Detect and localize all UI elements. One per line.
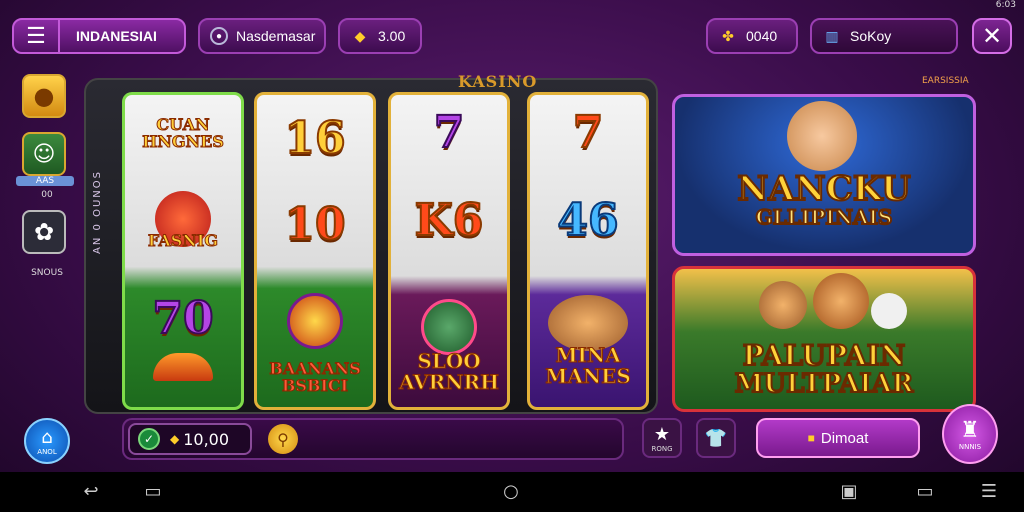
- reel-2-bottom-symbol: BAANANS BSBICI: [269, 359, 362, 395]
- coin-balance[interactable]: ◆ 3.00: [338, 18, 422, 54]
- profile-label: NNNIS: [958, 442, 982, 451]
- region-selector[interactable]: ☰ INDANESIAI: [12, 18, 186, 54]
- region-label: INDANESIAI: [76, 28, 157, 44]
- home-icon: ⌂: [41, 426, 53, 448]
- machine-brand: KASINO: [458, 72, 538, 91]
- reel-3-bottom-symbol: SLOO AVRNRH: [399, 349, 500, 394]
- reel-2[interactable]: 16 10 BAANANS BSBICI: [254, 92, 376, 410]
- split-screen-icon[interactable]: ▭: [914, 482, 936, 502]
- bet-value: 10,00: [183, 429, 230, 449]
- promo-card-2-subtitle: MULTPAIAR: [734, 368, 915, 400]
- reel-3[interactable]: 7 K6 SLOO AVRNRH: [388, 92, 510, 410]
- coins-stack-icon: ✤: [722, 27, 734, 44]
- settings-button[interactable]: ✿: [22, 210, 66, 254]
- settings-label: SNOUS: [31, 268, 63, 278]
- gold-coin-icon: ◆: [354, 27, 366, 44]
- search-box[interactable]: ▥ SoKoy: [810, 18, 958, 54]
- promo-card-2-title: PALUPAIN: [742, 338, 907, 373]
- hamburger-menu-icon[interactable]: ☰: [14, 20, 60, 52]
- left-sidebar: ● ☺ AAS 00 ✿ SNOUS: [16, 74, 74, 288]
- coins-button[interactable]: ●: [22, 74, 66, 118]
- user-icon: ●: [210, 27, 228, 45]
- gem-balance[interactable]: ✤ 0040: [706, 18, 798, 54]
- top-bar: ☰ INDANESIAI ● Nasdemasar ◆ 3.00 ✤ 0040 …: [12, 14, 1012, 60]
- reel-3-characters-icon: [421, 299, 477, 355]
- bet-bar: ✓ ◆ 10,00 ⚲: [122, 418, 624, 460]
- barcode-icon: ▥: [825, 27, 839, 44]
- favorites-button[interactable]: ★ RONG: [642, 418, 682, 458]
- favorites-label: RONG: [651, 444, 673, 453]
- reel-2-ball-icon: [287, 293, 343, 349]
- deposit-label: Dimoat: [820, 429, 869, 447]
- machine-side-text: AN 0 OUNOS: [92, 170, 103, 254]
- reel-1-mid-symbol: FASNIG: [147, 231, 219, 250]
- reel-2-mid-symbol: 10: [283, 198, 346, 251]
- bet-amount[interactable]: ✓ ◆ 10,00: [128, 423, 252, 455]
- reel-1-bottom-symbol: 70: [151, 292, 214, 345]
- home-circle-icon[interactable]: ○: [500, 482, 522, 502]
- reel-4-bottom-symbol: MINA MANES: [545, 343, 632, 388]
- panda-icon: ✿: [33, 218, 55, 246]
- outfit-button[interactable]: 👕: [696, 418, 736, 458]
- username: Nasdemasar: [236, 28, 316, 44]
- profile-button[interactable]: ♜ NNNIS: [942, 404, 998, 464]
- deposit-coin-icon: ■: [807, 431, 815, 445]
- check-icon: ✓: [138, 428, 160, 450]
- promo-card-1-subtitle: GLLIPINAIS: [755, 204, 894, 230]
- status-bar: 6:03: [904, 0, 1024, 12]
- promo-card-1-title: NANCKU: [736, 168, 912, 210]
- home-button[interactable]: ⌂ ANOL: [24, 418, 70, 464]
- player-2-icon: [813, 273, 869, 329]
- dog-icon: [871, 293, 907, 329]
- player-1-icon: [759, 281, 807, 329]
- star-icon: ★: [653, 423, 671, 445]
- system-nav-bar: ↩ ▭ ○ ▣ ▭ ☰: [0, 472, 1024, 512]
- deposit-button[interactable]: ■ Dimoat: [756, 418, 920, 458]
- reel-3-mid-symbol: K6: [414, 194, 485, 247]
- coin-amount: 3.00: [378, 28, 406, 44]
- back-icon[interactable]: ↩: [80, 482, 102, 502]
- avatar-tag: AAS: [16, 176, 74, 186]
- promo-card-2[interactable]: PALUPAIN MULTPAIAR: [672, 266, 976, 412]
- reel-4-mid-symbol: 46: [556, 194, 619, 247]
- reel-4[interactable]: 7 46 MINA MANES: [527, 92, 649, 410]
- status-time: 6:03: [995, 0, 1016, 10]
- reel-1-wave-icon: [153, 353, 213, 381]
- promo-card-1[interactable]: NANCKU GLLIPINAIS: [672, 94, 976, 256]
- avatar-value: 00: [41, 190, 53, 200]
- promo-tag: EARSISSIA: [922, 76, 969, 86]
- reel-3-top-symbol: 7: [433, 106, 466, 159]
- reel-2-top-symbol: 16: [283, 112, 346, 165]
- reel-1-top-symbol: CUAN HNGNES: [142, 115, 225, 151]
- close-icon: ✕: [981, 22, 1003, 50]
- home-label: ANOL: [37, 447, 57, 456]
- gem-amount: 0040: [746, 28, 778, 44]
- search-text: SoKoy: [850, 28, 892, 44]
- recents-icon[interactable]: ▭: [142, 482, 164, 502]
- reel-4-top-symbol: 7: [572, 106, 605, 159]
- hostess-icon: [787, 101, 857, 171]
- shirt-icon: 👕: [704, 427, 728, 449]
- bet-coin-icon: ◆: [170, 432, 180, 446]
- profile-icon: ♜: [960, 417, 980, 443]
- avatar-icon: ☺: [32, 141, 56, 167]
- close-button[interactable]: ✕: [972, 18, 1012, 54]
- window-icon[interactable]: ▣: [838, 482, 860, 502]
- spin-coin-button[interactable]: ⚲: [268, 424, 298, 454]
- reel-1[interactable]: CUAN HNGNES FASNIG 70: [122, 92, 244, 410]
- coin-icon: ●: [33, 82, 55, 110]
- username-pill[interactable]: ● Nasdemasar: [198, 18, 326, 54]
- menu-icon[interactable]: ☰: [978, 482, 1000, 502]
- magnifier-icon: ⚲: [277, 429, 289, 449]
- avatar-button[interactable]: ☺: [22, 132, 66, 176]
